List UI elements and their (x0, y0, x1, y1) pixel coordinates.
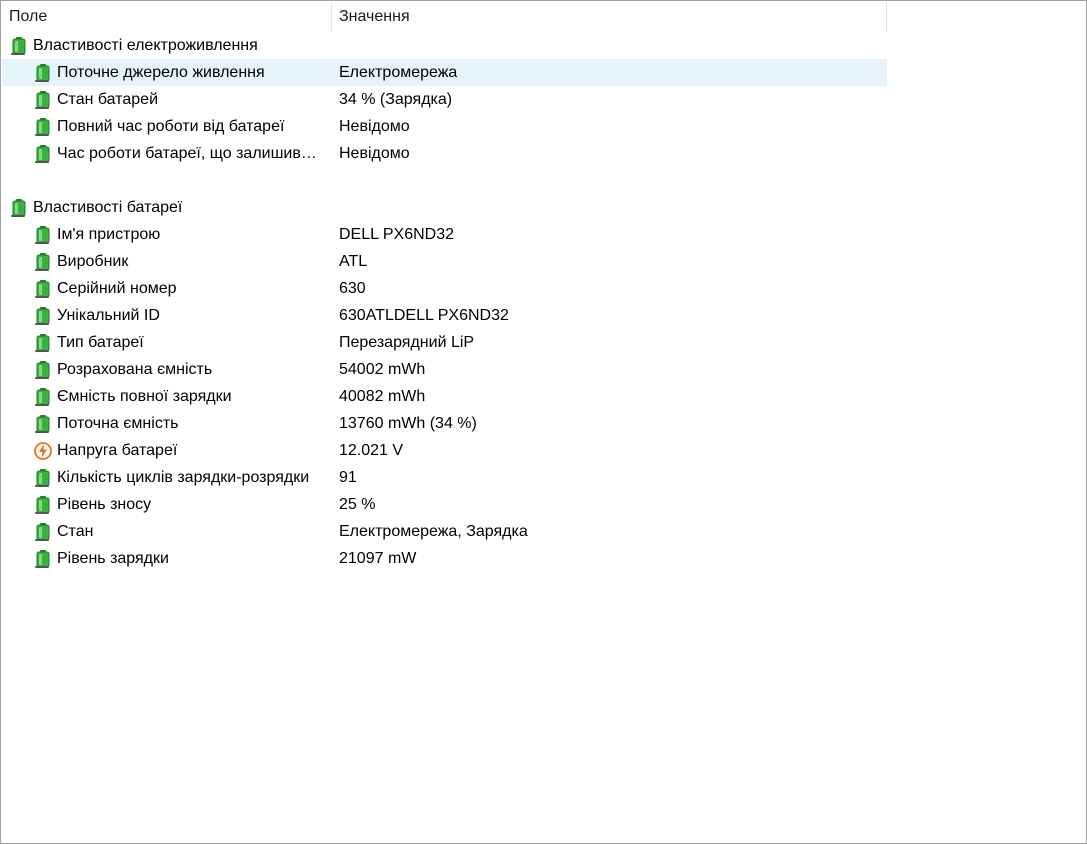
field-label: Розрахована ємність (57, 361, 213, 378)
battery-icon (34, 522, 52, 542)
battery-icon (10, 198, 28, 218)
field-value: Перезарядний LiP (339, 334, 475, 351)
list-item[interactable]: Час роботи батареї, що залишив… Невідомо (2, 140, 887, 167)
field-label: Унікальний ID (57, 307, 160, 324)
field-value: 25 % (339, 496, 376, 513)
field-label: Стан батарей (57, 91, 159, 108)
battery-icon (34, 360, 52, 380)
list-item[interactable]: Ім'я пристрою DELL PX6ND32 (2, 221, 887, 248)
list-item[interactable]: Поточне джерело живлення Електромережа (2, 59, 887, 86)
list-item[interactable]: Розрахована ємність 54002 mWh (2, 356, 887, 383)
voltage-icon (34, 441, 52, 461)
field-value: 91 (339, 469, 357, 486)
field-label: Стан (57, 523, 94, 540)
field-value: Невідомо (339, 118, 410, 135)
battery-icon (34, 387, 52, 407)
field-label: Ім'я пристрою (57, 226, 161, 243)
list-item[interactable]: Виробник ATL (2, 248, 887, 275)
field-value: 13760 mWh (34 %) (339, 415, 477, 432)
list-item[interactable]: Серійний номер 630 (2, 275, 887, 302)
battery-icon (34, 468, 52, 488)
list-item[interactable]: Поточна ємність 13760 mWh (34 %) (2, 410, 887, 437)
battery-icon (34, 117, 52, 137)
battery-icon (34, 414, 52, 434)
battery-icon (34, 549, 52, 569)
battery-icon (34, 225, 52, 245)
field-label: Рівень зносу (57, 496, 152, 513)
battery-icon (34, 333, 52, 353)
battery-icon (34, 306, 52, 326)
field-label: Рівень зарядки (57, 550, 169, 567)
field-value: Електромережа, Зарядка (339, 523, 528, 540)
list-item[interactable]: Тип батареї Перезарядний LiP (2, 329, 887, 356)
list-item[interactable]: Унікальний ID 630ATLDELL PX6ND32 (2, 302, 887, 329)
field-label: Кількість циклів зарядки-розрядки (57, 469, 310, 486)
field-label: Тип батареї (57, 334, 144, 351)
group-header[interactable]: Властивості електроживлення (2, 32, 887, 59)
list-item[interactable]: Кількість циклів зарядки-розрядки 91 (2, 464, 887, 491)
field-value: 40082 mWh (339, 388, 426, 405)
battery-icon (34, 90, 52, 110)
field-value: 21097 mW (339, 550, 417, 567)
column-header-value[interactable]: Значення (333, 2, 887, 32)
field-value: Електромережа (339, 64, 458, 81)
field-value: 54002 mWh (339, 361, 426, 378)
battery-icon (10, 36, 28, 56)
properties-list: Властивості електроживлення Поточне джере… (2, 32, 887, 572)
list-item[interactable]: Рівень зносу 25 % (2, 491, 887, 518)
list-item[interactable]: Повний час роботи від батареї Невідомо (2, 113, 887, 140)
list-item[interactable]: Стан батарей 34 % (Зарядка) (2, 86, 887, 113)
column-header-field[interactable]: Поле (2, 2, 332, 32)
list-header: Поле Значення (2, 2, 887, 32)
field-label: Виробник (57, 253, 129, 270)
field-label: Поточна ємність (57, 415, 179, 432)
field-value: ATL (339, 253, 368, 270)
battery-icon (34, 279, 52, 299)
field-label: Серійний номер (57, 280, 177, 297)
field-label: Ємність повної зарядки (57, 388, 232, 405)
field-label: Повний час роботи від батареї (57, 118, 285, 135)
list-item[interactable]: Ємність повної зарядки 40082 mWh (2, 383, 887, 410)
field-value: 630 (339, 280, 366, 297)
field-value: 12.021 V (339, 442, 404, 459)
field-label: Напруга батареї (57, 442, 178, 459)
battery-icon (34, 495, 52, 515)
field-value: DELL PX6ND32 (339, 226, 455, 243)
list-item[interactable]: Рівень зарядки 21097 mW (2, 545, 887, 572)
battery-icon (34, 63, 52, 83)
field-label: Час роботи батареї, що залишив… (57, 145, 317, 162)
list-item[interactable]: Стан Електромережа, Зарядка (2, 518, 887, 545)
group-title: Властивості електроживлення (33, 37, 258, 54)
field-value: 34 % (Зарядка) (339, 91, 453, 108)
battery-icon (34, 252, 52, 272)
field-value: Невідомо (339, 145, 410, 162)
battery-icon (34, 144, 52, 164)
group-header[interactable]: Властивості батареї (2, 194, 887, 221)
group-title: Властивості батареї (33, 199, 183, 216)
list-item[interactable]: Напруга батареї 12.021 V (2, 437, 887, 464)
field-value: 630ATLDELL PX6ND32 (339, 307, 509, 324)
battery-properties-panel: Поле Значення Властивості електроживленн… (0, 0, 1087, 844)
field-label: Поточне джерело живлення (57, 64, 265, 81)
